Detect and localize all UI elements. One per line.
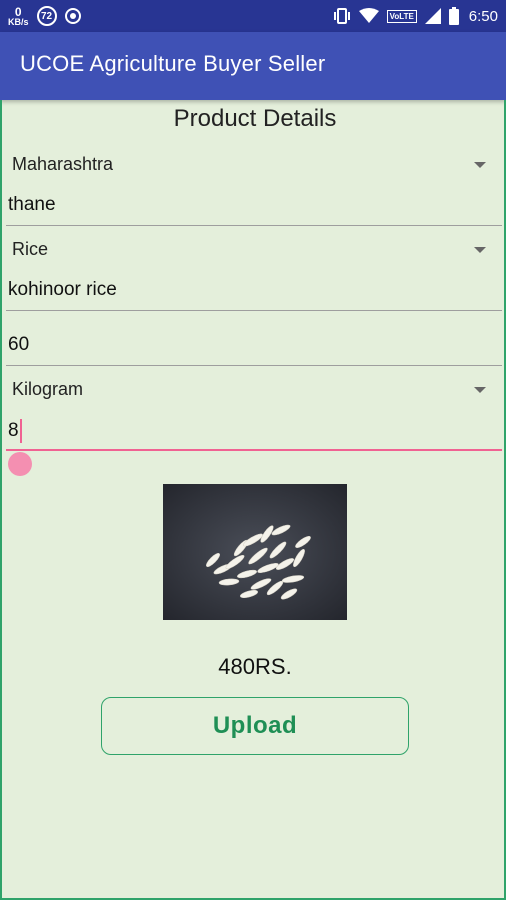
price-field-value: 60 (8, 334, 30, 355)
product-image (163, 484, 347, 620)
battery-icon (448, 7, 459, 25)
net-speed-value: 0 (14, 4, 22, 19)
record-icon (64, 8, 81, 24)
upload-button[interactable]: Upload (101, 697, 409, 755)
cursor-handle[interactable] (8, 452, 32, 476)
product-name-field[interactable]: kohinoor rice (6, 271, 502, 311)
city-field-value: thane (8, 194, 56, 215)
vibrate-icon (333, 8, 350, 24)
unit-select-value: Kilogram (12, 379, 84, 399)
notification-badge: 72 (36, 6, 57, 26)
text-caret (19, 419, 22, 443)
clock: 6:50 (468, 7, 498, 25)
volte-badge: VoLTE (386, 9, 417, 23)
dropdown-arrow-icon (474, 162, 486, 168)
dropdown-arrow-icon (474, 387, 486, 393)
signal-icon (424, 8, 441, 24)
page-title: Product Details (173, 105, 337, 132)
city-field[interactable]: thane (6, 186, 502, 226)
unit-select[interactable]: Kilogram (6, 373, 500, 407)
state-select[interactable]: Maharashtra (6, 148, 500, 182)
quantity-field-text: 8 (8, 419, 22, 443)
wifi-icon (358, 8, 379, 23)
quantity-field-value: 8 (8, 420, 19, 442)
status-bar: 0 KB/s 72 VoLTE 6:50 (0, 0, 506, 32)
total-price: 480RS. (218, 654, 292, 679)
category-select-value: Rice (12, 239, 49, 259)
net-speed-unit: KB/s (8, 16, 29, 27)
state-select-value: Maharashtra (12, 154, 114, 174)
net-speed-indicator: 0 KB/s (8, 6, 29, 27)
dropdown-arrow-icon (474, 247, 486, 253)
price-field[interactable]: 60 (6, 326, 502, 366)
product-form: Product Details Maharashtra thane Rice k… (0, 100, 506, 900)
app-bar: UCOE Agriculture Buyer Seller (0, 32, 506, 100)
category-select[interactable]: Rice (6, 233, 500, 267)
quantity-field[interactable]: 8 (6, 411, 502, 451)
product-name-field-value: kohinoor rice (8, 279, 117, 300)
app-title: UCOE Agriculture Buyer Seller (20, 51, 326, 76)
